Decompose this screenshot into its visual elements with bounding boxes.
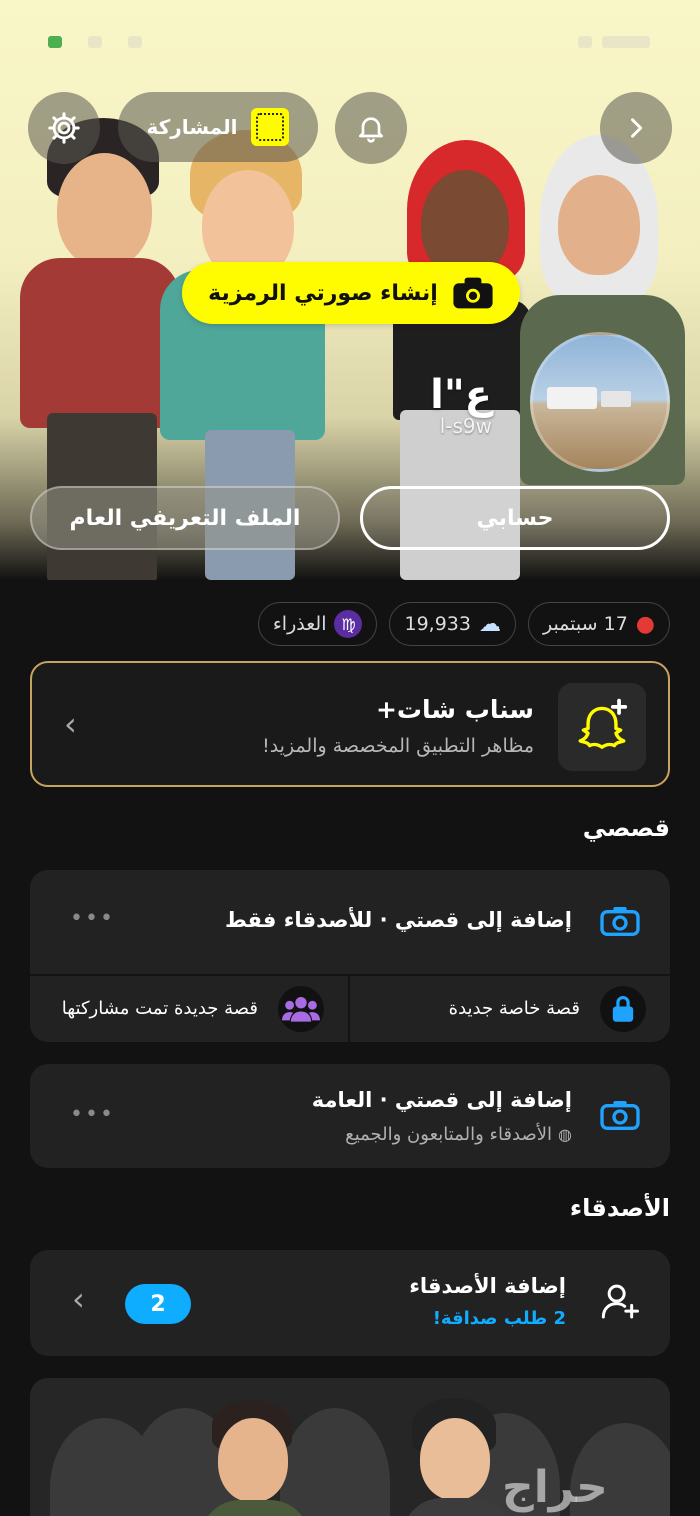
add-public-story-label: إضافة إلى قصتي · العامة bbox=[311, 1088, 572, 1112]
my-stories-title: قصصي bbox=[582, 814, 670, 842]
new-shared-story-button[interactable]: قصة جديدة تمت مشاركتها bbox=[30, 976, 348, 1042]
new-private-story-button[interactable]: قصة خاصة جديدة bbox=[350, 976, 670, 1042]
friends-title: الأصدقاء bbox=[569, 1194, 670, 1222]
forward-button[interactable] bbox=[600, 92, 672, 164]
lock-icon bbox=[600, 986, 646, 1032]
birthday-chip[interactable]: ● 17 سبتمبر bbox=[527, 602, 670, 646]
birthday-text: 17 سبتمبر bbox=[542, 613, 628, 635]
snapcode-icon bbox=[251, 108, 290, 146]
profile-hero: المشاركة إنشاء صورتي الرمزية ع"ا l-s9w ا… bbox=[0, 0, 700, 580]
create-bitmoji-label: إنشاء صورتي الرمزية bbox=[208, 280, 438, 306]
clock-text bbox=[602, 36, 650, 48]
add-friend-icon bbox=[601, 1284, 639, 1319]
zodiac-chip[interactable]: ♍ العذراء bbox=[257, 602, 378, 646]
more-options-icon[interactable]: ••• bbox=[70, 1102, 115, 1127]
camera-icon bbox=[600, 907, 640, 936]
more-options-icon[interactable]: ••• bbox=[70, 906, 115, 931]
snap-score-text: 19,933 bbox=[404, 613, 471, 635]
status-bar bbox=[0, 0, 700, 80]
watermark-logo: حراج bbox=[502, 1462, 608, 1513]
snap-score-chip[interactable]: ☁ 19,933 bbox=[389, 602, 516, 646]
snapchat-plus-icon bbox=[558, 683, 646, 771]
new-shared-story-label: قصة جديدة تمت مشاركتها bbox=[61, 998, 258, 1019]
ghost-icon: ☁ bbox=[478, 611, 501, 637]
public-profile-button[interactable]: الملف التعريفي العام bbox=[30, 486, 340, 550]
create-bitmoji-button[interactable]: إنشاء صورتي الرمزية bbox=[182, 262, 520, 324]
friends-story-card: إضافة إلى قصتي · للأصدقاء فقط ••• قصة خا… bbox=[30, 870, 670, 1042]
status-icon bbox=[48, 36, 62, 48]
bell-icon bbox=[359, 117, 383, 143]
bitmoji-avatar-5 bbox=[200, 1400, 310, 1516]
snapchat-plus-subtitle: مظاهر التطبيق المخصصة والمزيد! bbox=[262, 735, 534, 757]
chevron-left-icon: ‹ bbox=[64, 705, 77, 743]
username: l-s9w bbox=[439, 414, 492, 438]
photo-detail bbox=[547, 387, 597, 409]
notifications-button[interactable] bbox=[335, 92, 407, 164]
camera-icon bbox=[453, 277, 493, 309]
public-story-audience-text: الأصدقاء والمتابعون والجميع bbox=[345, 1124, 553, 1145]
virgo-icon: ♍ bbox=[334, 610, 363, 638]
ghost-plus-icon bbox=[578, 698, 628, 749]
globe-icon: ◍ bbox=[558, 1125, 572, 1144]
photo-detail bbox=[601, 391, 631, 407]
display-name: ع"ا bbox=[430, 372, 492, 418]
signal-icon bbox=[128, 36, 142, 48]
settings-button[interactable] bbox=[28, 92, 100, 164]
battery-icon bbox=[578, 36, 592, 48]
profile-photo[interactable] bbox=[530, 332, 670, 472]
chevron-right-icon bbox=[631, 118, 643, 138]
share-label: المشاركة bbox=[146, 115, 238, 139]
my-account-button[interactable]: حسابي bbox=[360, 486, 670, 550]
friend-requests-text: 2 طلب صداقة! bbox=[432, 1308, 566, 1329]
public-story-audience: ◍ الأصدقاء والمتابعون والجميع bbox=[345, 1124, 572, 1145]
new-private-story-label: قصة خاصة جديدة bbox=[448, 998, 580, 1019]
group-icon bbox=[278, 986, 324, 1032]
share-button[interactable]: المشاركة bbox=[118, 92, 318, 162]
public-story-card[interactable]: إضافة إلى قصتي · العامة ◍ الأصدقاء والمت… bbox=[30, 1064, 670, 1168]
balloon-icon: ● bbox=[635, 611, 655, 637]
chevron-left-icon: ‹ bbox=[72, 1280, 85, 1318]
snapchat-plus-card[interactable]: سناب شات+ مظاهر التطبيق المخصصة والمزيد!… bbox=[30, 661, 670, 787]
add-friends-card[interactable]: إضافة الأصدقاء 2 طلب صداقة! 2 ‹ bbox=[30, 1250, 670, 1356]
snapchat-plus-title: سناب شات+ bbox=[375, 695, 534, 724]
wifi-icon bbox=[88, 36, 102, 48]
add-friends-label: إضافة الأصدقاء bbox=[409, 1274, 566, 1298]
gear-icon bbox=[48, 112, 80, 144]
zodiac-text: العذراء bbox=[272, 613, 327, 635]
add-friends-story-row[interactable]: إضافة إلى قصتي · للأصدقاء فقط ••• bbox=[30, 870, 670, 974]
friend-request-badge: 2 bbox=[125, 1284, 191, 1324]
bitmoji-avatar-6 bbox=[402, 1398, 512, 1516]
add-friends-story-label: إضافة إلى قصتي · للأصدقاء فقط bbox=[225, 908, 572, 932]
camera-icon bbox=[600, 1101, 640, 1130]
profile-chips: ● 17 سبتمبر ☁ 19,933 ♍ العذراء bbox=[257, 602, 670, 646]
